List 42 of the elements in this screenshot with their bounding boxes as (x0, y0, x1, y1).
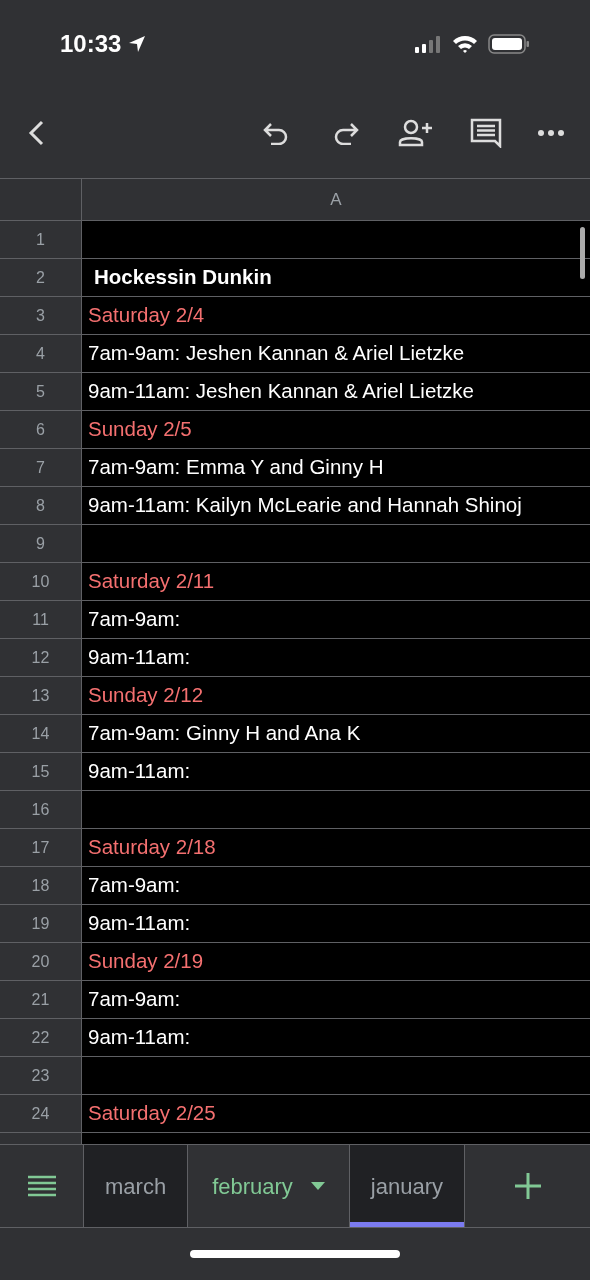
table-cell[interactable]: Saturday 2/4 (82, 297, 590, 334)
menu-icon (27, 1175, 56, 1197)
table-cell[interactable] (82, 221, 590, 258)
table-cell[interactable] (82, 1057, 590, 1094)
more-icon (538, 130, 564, 136)
undo-icon (263, 121, 289, 145)
wifi-icon (452, 34, 478, 54)
table-cell[interactable]: 9am-11am: (82, 905, 590, 942)
column-header[interactable]: A (82, 179, 590, 220)
scrollbar[interactable] (580, 227, 585, 279)
sheet-tab[interactable]: january (349, 1145, 465, 1227)
table-cell[interactable]: 9am-11am: (82, 1019, 590, 1056)
comment-icon (470, 118, 502, 148)
table-cell[interactable]: 9am-11am: Jeshen Kannan & Ariel Lietzke (82, 373, 590, 410)
redo-icon (333, 121, 359, 145)
back-icon (27, 119, 45, 147)
status-time: 10:33 (60, 29, 122, 59)
table-cell[interactable]: 7am-9am: (82, 601, 590, 638)
table-cell[interactable]: 9am-11am: (82, 639, 590, 676)
signal-icon (414, 35, 442, 53)
table-cell[interactable]: Hockessin Dunkin (82, 259, 590, 296)
battery-icon (488, 34, 530, 54)
table-cell[interactable]: 9am-11am: Kailyn McLearie and Hannah Shinoj (82, 487, 590, 524)
table-cell[interactable]: Saturday 2/18 (82, 829, 590, 866)
location-arrow-icon (127, 34, 148, 54)
table-cell[interactable]: Sunday 2/12 (82, 677, 590, 714)
table-cell[interactable]: Saturday 2/11 (82, 563, 590, 600)
table-cell[interactable]: Sunday 2/5 (82, 411, 590, 448)
table-cell[interactable]: Sunday 2/19 (82, 943, 590, 980)
table-cell[interactable]: 7am-9am: Emma Y and Ginny H (82, 449, 590, 486)
plus-icon (514, 1173, 541, 1199)
table-cell[interactable] (82, 525, 590, 562)
table-cell[interactable]: Saturday 2/25 (82, 1095, 590, 1132)
table-cell[interactable]: 7am-9am: (82, 981, 590, 1018)
sheet-tab[interactable]: march (84, 1145, 189, 1227)
table-cell[interactable]: 7am-9am: Jeshen Kannan & Ariel Lietzke (82, 335, 590, 372)
table-cell[interactable] (82, 791, 590, 828)
dropdown-caret-icon (310, 1182, 325, 1190)
table-cell[interactable]: 7am-9am: (82, 867, 590, 904)
add-person-icon (398, 119, 434, 147)
table-cell[interactable]: 9am-11am: (82, 753, 590, 790)
table-cell[interactable]: 7am-9am: Ginny H and Ana K (82, 715, 590, 752)
